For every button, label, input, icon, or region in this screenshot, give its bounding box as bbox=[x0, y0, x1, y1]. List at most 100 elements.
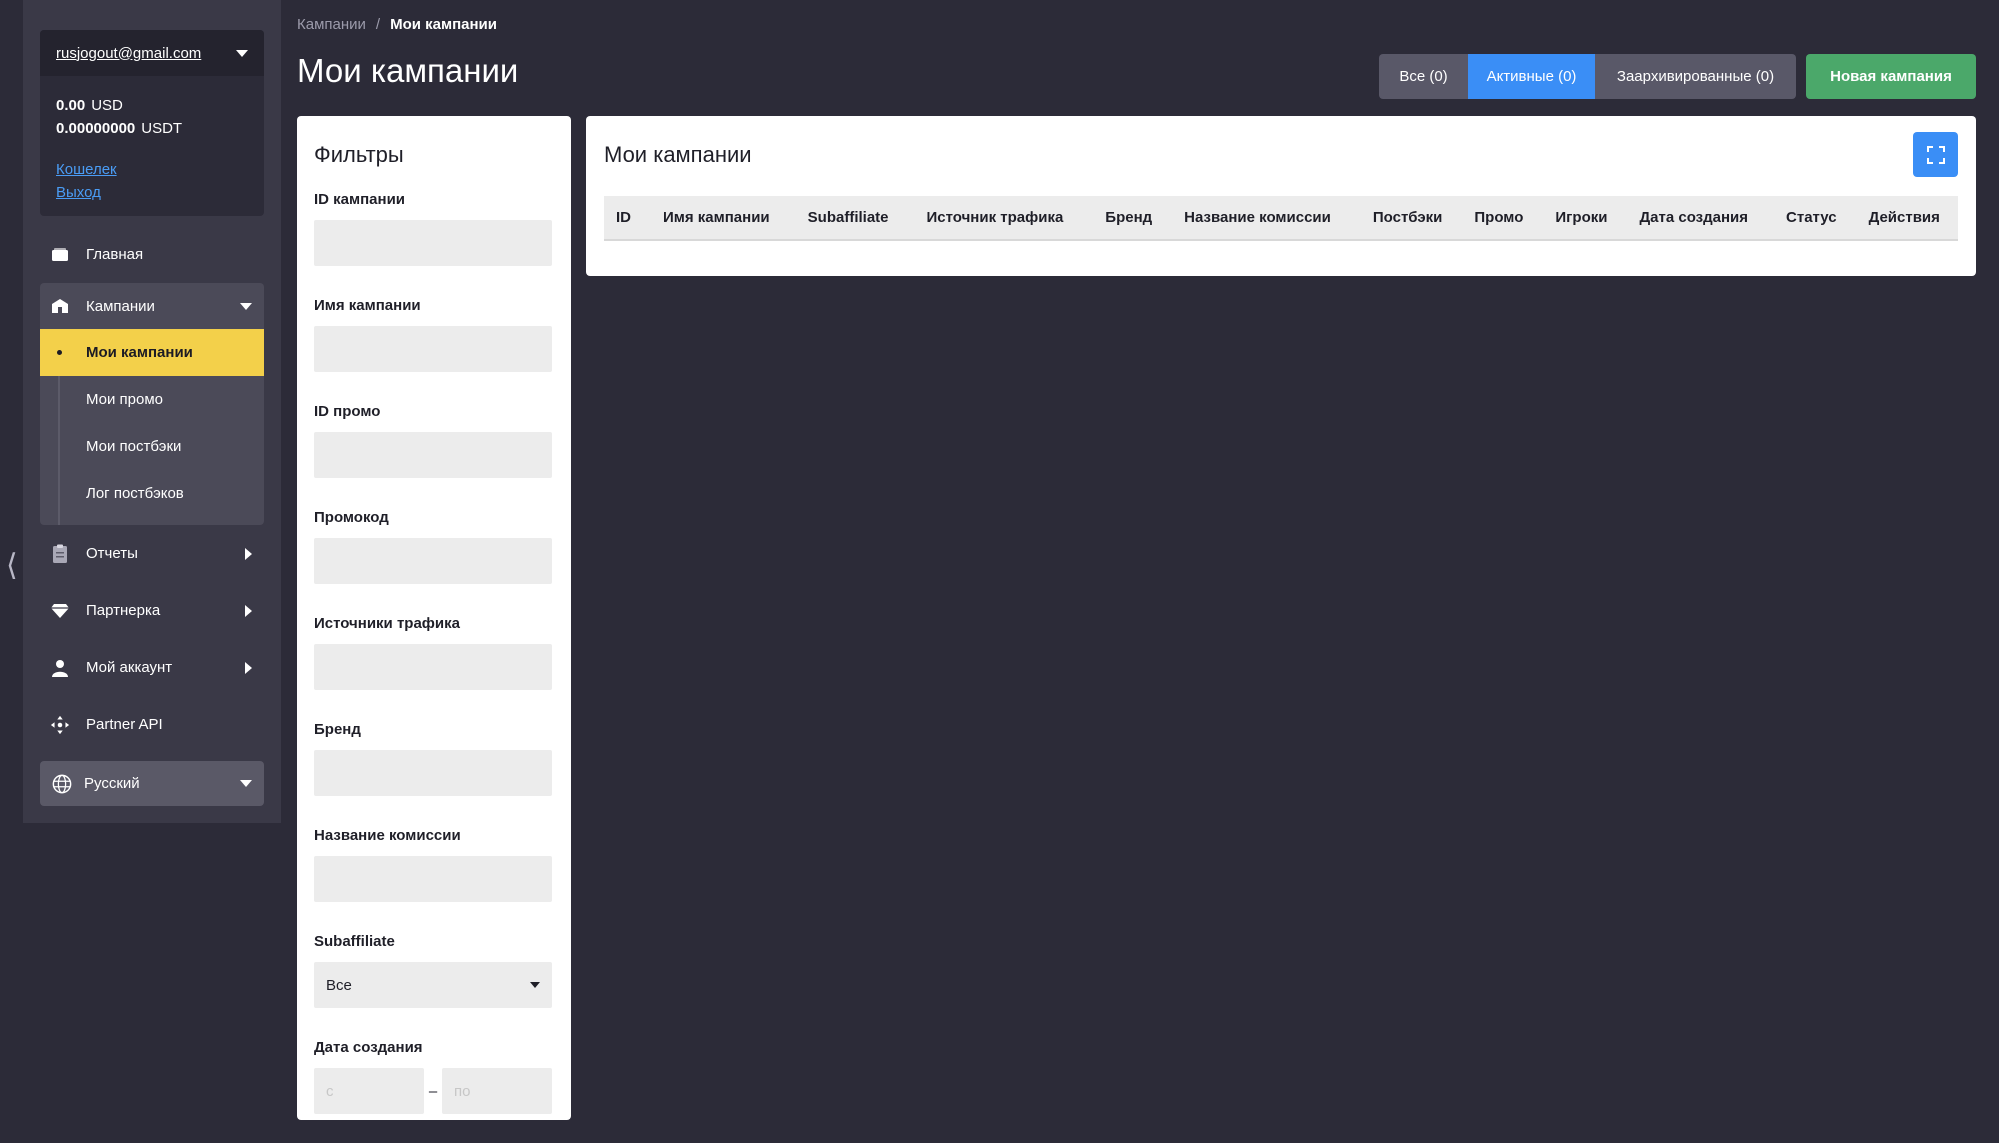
date-range: – bbox=[314, 1068, 554, 1114]
chevron-down-icon bbox=[530, 982, 540, 988]
balance-currency: USDT bbox=[141, 120, 183, 137]
tab-archived[interactable]: Заархивированные (0) bbox=[1595, 54, 1796, 99]
nav-label: Partner API bbox=[86, 716, 163, 733]
wallet-link[interactable]: Кошелек bbox=[56, 158, 248, 181]
nav-label: Кампании bbox=[86, 297, 155, 315]
column-status[interactable]: Статус bbox=[1760, 209, 1849, 226]
clipboard-icon bbox=[50, 544, 70, 564]
balance-amount: 0.00 bbox=[56, 97, 86, 114]
traffic-sources-label: Источники трафика bbox=[314, 615, 460, 632]
balance-amount: 0.00000000 bbox=[56, 120, 136, 137]
promo-id-label: ID промо bbox=[314, 403, 381, 420]
nav-item-home[interactable]: Главная bbox=[40, 226, 264, 283]
diamond-icon bbox=[50, 601, 70, 621]
column-players[interactable]: Игроки bbox=[1535, 209, 1619, 226]
traffic-sources-input[interactable] bbox=[314, 644, 552, 690]
column-traffic-source[interactable]: Источник трафика bbox=[901, 209, 1076, 226]
chevron-right-icon bbox=[245, 547, 252, 560]
brand-label: Бренд bbox=[314, 721, 361, 738]
nav-group-campaigns: Кампании Мои кампании Мои промо Мои пост… bbox=[40, 283, 264, 525]
account-card: rusjogout@gmail.com 0.00 USD 0.00000000 US… bbox=[40, 30, 264, 216]
nav-item-campaigns[interactable]: Кампании bbox=[40, 283, 264, 329]
column-postbacks[interactable]: Постбэки bbox=[1343, 209, 1455, 226]
nav-label: Мой аккаунт bbox=[86, 659, 173, 676]
page-title: Мои кампании bbox=[297, 52, 519, 89]
promo-id-input[interactable] bbox=[314, 432, 552, 478]
column-created-date[interactable]: Дата создания bbox=[1619, 209, 1760, 226]
subaffiliate-select[interactable]: Все bbox=[314, 962, 552, 1008]
subaffiliate-label: Subaffiliate bbox=[314, 933, 395, 950]
chevron-right-icon bbox=[245, 661, 252, 674]
nav-sub-my-promo[interactable]: Мои промо bbox=[40, 376, 264, 423]
brand-input[interactable] bbox=[314, 750, 552, 796]
filters-title: Фильтры bbox=[314, 142, 404, 167]
store-icon bbox=[50, 296, 70, 316]
balances: 0.00 USD 0.00000000 USDT bbox=[40, 76, 264, 140]
nav-label: Партнерка bbox=[86, 602, 161, 619]
card-icon bbox=[50, 245, 70, 265]
breadcrumb: Кампании / Мои кампании bbox=[297, 16, 497, 33]
date-separator: – bbox=[428, 1082, 438, 1100]
chevron-down-icon bbox=[236, 49, 248, 57]
campaign-name-input[interactable] bbox=[314, 326, 552, 372]
campaigns-submenu: Мои кампании Мои промо Мои постбэки Лог … bbox=[40, 329, 264, 525]
date-from-input[interactable] bbox=[314, 1068, 424, 1114]
promocode-input[interactable] bbox=[314, 538, 552, 584]
status-tabs: Все (0) Активные (0) Заархивированные (0… bbox=[1379, 54, 1796, 99]
balance-usdt: 0.00000000 USDT bbox=[56, 117, 248, 140]
column-id[interactable]: ID bbox=[604, 209, 643, 226]
fullscreen-button[interactable] bbox=[1913, 132, 1958, 177]
account-dropdown[interactable]: rusjogout@gmail.com bbox=[40, 30, 264, 76]
column-brand[interactable]: Бренд bbox=[1075, 209, 1164, 226]
nav-label: Отчеты bbox=[86, 545, 138, 562]
created-date-label: Дата создания bbox=[314, 1039, 423, 1056]
table-title: Мои кампании bbox=[604, 142, 752, 167]
nav-item-partner-api[interactable]: Partner API bbox=[40, 696, 264, 753]
tab-active[interactable]: Активные (0) bbox=[1468, 54, 1595, 99]
column-promo[interactable]: Промо bbox=[1454, 209, 1535, 226]
chevron-right-icon bbox=[245, 604, 252, 617]
user-icon bbox=[50, 658, 70, 678]
network-icon bbox=[50, 715, 70, 735]
commission-name-label: Название комиссии bbox=[314, 827, 461, 844]
collapse-sidebar-icon[interactable]: ⟨ bbox=[6, 548, 18, 583]
campaign-name-label: Имя кампании bbox=[314, 297, 421, 314]
nav-item-partner[interactable]: Партнерка bbox=[40, 582, 264, 639]
nav-label: Главная bbox=[86, 246, 144, 263]
campaign-id-input[interactable] bbox=[314, 220, 552, 266]
balance-currency: USD bbox=[91, 97, 123, 114]
globe-icon bbox=[52, 774, 72, 794]
column-subaffiliate[interactable]: Subaffiliate bbox=[782, 209, 901, 226]
new-campaign-button[interactable]: Новая кампания bbox=[1806, 54, 1976, 99]
table-header: ID Имя кампании Subaffiliate Источник тр… bbox=[604, 196, 1958, 241]
commission-name-input[interactable] bbox=[314, 856, 552, 902]
language-label: Русский bbox=[84, 775, 140, 792]
promocode-label: Промокод bbox=[314, 509, 389, 526]
logout-link[interactable]: Выход bbox=[56, 181, 248, 204]
nav-sub-my-campaigns[interactable]: Мои кампании bbox=[40, 329, 264, 376]
breadcrumb-parent[interactable]: Кампании bbox=[297, 16, 366, 33]
nav-item-my-account[interactable]: Мой аккаунт bbox=[40, 639, 264, 696]
campaigns-card: Мои кампании ID Имя кампании Subaffiliat… bbox=[586, 116, 1976, 276]
expand-icon bbox=[1926, 145, 1945, 164]
nav-item-reports[interactable]: Отчеты bbox=[40, 525, 264, 582]
chevron-down-icon bbox=[240, 780, 252, 787]
filters-panel: Фильтры ID кампании Имя кампании ID пром… bbox=[297, 116, 571, 1120]
language-select[interactable]: Русский bbox=[40, 761, 264, 806]
campaign-id-label: ID кампании bbox=[314, 191, 406, 208]
column-campaign-name[interactable]: Имя кампании bbox=[643, 209, 782, 226]
date-to-input[interactable] bbox=[442, 1068, 552, 1114]
sidebar: rusjogout@gmail.com 0.00 USD 0.00000000 US… bbox=[23, 0, 281, 823]
nav-sub-my-postbacks[interactable]: Мои постбэки bbox=[40, 423, 264, 470]
main-nav: Главная Кампании Мои кампании Мои промо … bbox=[40, 226, 264, 806]
breadcrumb-separator: / bbox=[375, 16, 381, 33]
account-email[interactable]: rusjogout@gmail.com bbox=[56, 45, 201, 62]
column-commission-name[interactable]: Название комиссии bbox=[1164, 209, 1343, 226]
nav-sub-postback-log[interactable]: Лог постбэков bbox=[40, 470, 264, 517]
balance-usd: 0.00 USD bbox=[56, 94, 248, 117]
chevron-down-icon bbox=[240, 302, 252, 310]
breadcrumb-current: Мои кампании bbox=[390, 16, 497, 33]
subaffiliate-value: Все bbox=[326, 976, 352, 994]
column-actions[interactable]: Действия bbox=[1849, 209, 1952, 226]
tab-all[interactable]: Все (0) bbox=[1379, 54, 1468, 99]
